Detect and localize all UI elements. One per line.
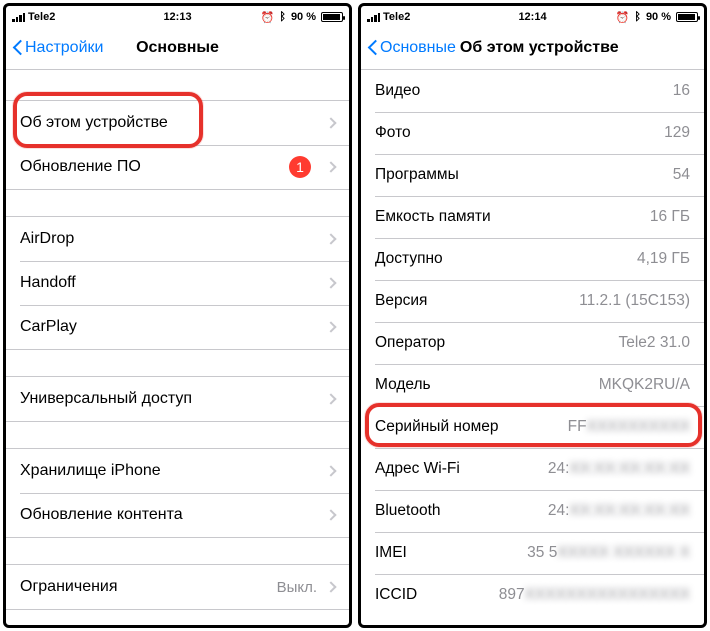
chevron-right-icon — [325, 509, 336, 520]
clock: 12:14 — [518, 11, 546, 23]
info-value: 24:XX:XX:XX:XX:XX — [548, 502, 690, 520]
info-value: 897XXXXXXXXXXXXXXXX — [499, 586, 690, 604]
row-iphone-storage[interactable]: Хранилище iPhone — [6, 449, 349, 493]
info-row[interactable]: IMEI35 5XXXXX XXXXXX X — [361, 532, 704, 574]
info-row[interactable]: Адрес Wi-Fi24:XX:XX:XX:XX:XX — [361, 448, 704, 490]
back-button[interactable]: Настройки — [12, 39, 103, 57]
row-handoff[interactable]: Handoff — [6, 261, 349, 305]
info-label: Емкость памяти — [375, 208, 650, 226]
bluetooth-icon: ᛒ — [279, 11, 286, 23]
info-value: 35 5XXXXX XXXXXX X — [527, 544, 690, 562]
carrier-label: Tele2 — [28, 11, 55, 23]
info-value: 4,19 ГБ — [637, 250, 690, 268]
info-value: 129 — [664, 124, 690, 142]
row-software-update[interactable]: Обновление ПО 1 — [6, 145, 349, 189]
info-value: Tele2 31.0 — [618, 334, 690, 352]
info-label: Программы — [375, 166, 673, 184]
status-bar: Tele2 12:14 ⏰ ᛒ 90 % — [361, 6, 704, 26]
page-title: Об этом устройстве — [460, 39, 698, 57]
info-label: Модель — [375, 376, 599, 394]
info-label: Фото — [375, 124, 664, 142]
chevron-right-icon — [325, 321, 336, 332]
info-label: Серийный номер — [375, 418, 568, 436]
info-value: 11.2.1 (15C153) — [579, 292, 690, 310]
chevron-right-icon — [325, 233, 336, 244]
info-label: Bluetooth — [375, 502, 548, 520]
clock: 12:13 — [163, 11, 191, 23]
screen-general: Tele2 12:13 ⏰ ᛒ 90 % Настройки Основные … — [3, 3, 352, 628]
info-label: Версия — [375, 292, 579, 310]
signal-icon — [367, 13, 380, 22]
chevron-right-icon — [325, 465, 336, 476]
update-badge: 1 — [289, 156, 311, 178]
group-restrictions: Ограничения Выкл. — [6, 564, 349, 610]
info-row[interactable]: Программы54 — [361, 154, 704, 196]
redacted-text: XXXXXXXXXX — [587, 418, 690, 435]
info-row[interactable]: Доступно4,19 ГБ — [361, 238, 704, 280]
battery-icon — [676, 12, 698, 22]
redacted-text: XXXXX XXXXXX X — [557, 544, 690, 561]
info-row[interactable]: ICCID897XXXXXXXXXXXXXXXX — [361, 574, 704, 616]
info-value: FFXXXXXXXXXX — [568, 418, 690, 436]
group-about: Об этом устройстве Обновление ПО 1 — [6, 100, 349, 190]
battery-label: 90 % — [291, 11, 316, 23]
info-value: 16 — [673, 82, 690, 100]
info-label: ICCID — [375, 586, 499, 604]
info-row[interactable]: Видео16 — [361, 70, 704, 112]
info-row[interactable]: МодельMKQK2RU/A — [361, 364, 704, 406]
back-button[interactable]: Основные — [367, 39, 456, 57]
battery-label: 90 % — [646, 11, 671, 23]
alarm-icon: ⏰ — [261, 11, 275, 24]
signal-icon — [12, 13, 25, 22]
row-about-device[interactable]: Об этом устройстве — [6, 101, 349, 145]
screen-about: Tele2 12:14 ⏰ ᛒ 90 % Основные Об этом ус… — [358, 3, 707, 628]
chevron-right-icon — [325, 117, 336, 128]
redacted-text: XX:XX:XX:XX:XX — [569, 502, 690, 519]
info-row[interactable]: Bluetooth24:XX:XX:XX:XX:XX — [361, 490, 704, 532]
chevron-right-icon — [325, 393, 336, 404]
info-row[interactable]: Серийный номерFFXXXXXXXXXX — [361, 406, 704, 448]
chevron-left-icon — [367, 39, 378, 57]
info-value: 54 — [673, 166, 690, 184]
info-label: IMEI — [375, 544, 527, 562]
nav-bar: Основные Об этом устройстве — [361, 26, 704, 70]
info-value: MKQK2RU/A — [599, 376, 690, 394]
chevron-right-icon — [325, 161, 336, 172]
carrier-label: Tele2 — [383, 11, 410, 23]
info-label: Адрес Wi-Fi — [375, 460, 548, 478]
chevron-right-icon — [325, 581, 336, 592]
bluetooth-icon: ᛒ — [634, 11, 641, 23]
status-bar: Tele2 12:13 ⏰ ᛒ 90 % — [6, 6, 349, 26]
row-restrictions[interactable]: Ограничения Выкл. — [6, 565, 349, 609]
info-row[interactable]: Емкость памяти16 ГБ — [361, 196, 704, 238]
info-label: Доступно — [375, 250, 637, 268]
group-accessibility: Универсальный доступ — [6, 376, 349, 422]
info-row[interactable]: Фото129 — [361, 112, 704, 154]
info-list: Видео16Фото129Программы54Емкость памяти1… — [361, 70, 704, 616]
alarm-icon: ⏰ — [616, 11, 630, 24]
group-sharing: AirDrop Handoff CarPlay — [6, 216, 349, 350]
redacted-text: XX:XX:XX:XX:XX — [569, 460, 690, 477]
chevron-right-icon — [325, 277, 336, 288]
row-background-refresh[interactable]: Обновление контента — [6, 493, 349, 537]
back-label: Основные — [380, 39, 456, 57]
group-storage: Хранилище iPhone Обновление контента — [6, 448, 349, 538]
back-label: Настройки — [25, 39, 103, 57]
info-value: 16 ГБ — [650, 208, 690, 226]
info-row[interactable]: Версия11.2.1 (15C153) — [361, 280, 704, 322]
row-accessibility[interactable]: Универсальный доступ — [6, 377, 349, 421]
info-value: 24:XX:XX:XX:XX:XX — [548, 460, 690, 478]
battery-icon — [321, 12, 343, 22]
nav-bar: Настройки Основные — [6, 26, 349, 70]
info-label: Оператор — [375, 334, 618, 352]
row-carplay[interactable]: CarPlay — [6, 305, 349, 349]
redacted-text: XXXXXXXXXXXXXXXX — [525, 586, 690, 603]
info-row[interactable]: ОператорTele2 31.0 — [361, 322, 704, 364]
info-label: Видео — [375, 82, 673, 100]
chevron-left-icon — [12, 39, 23, 57]
row-airdrop[interactable]: AirDrop — [6, 217, 349, 261]
